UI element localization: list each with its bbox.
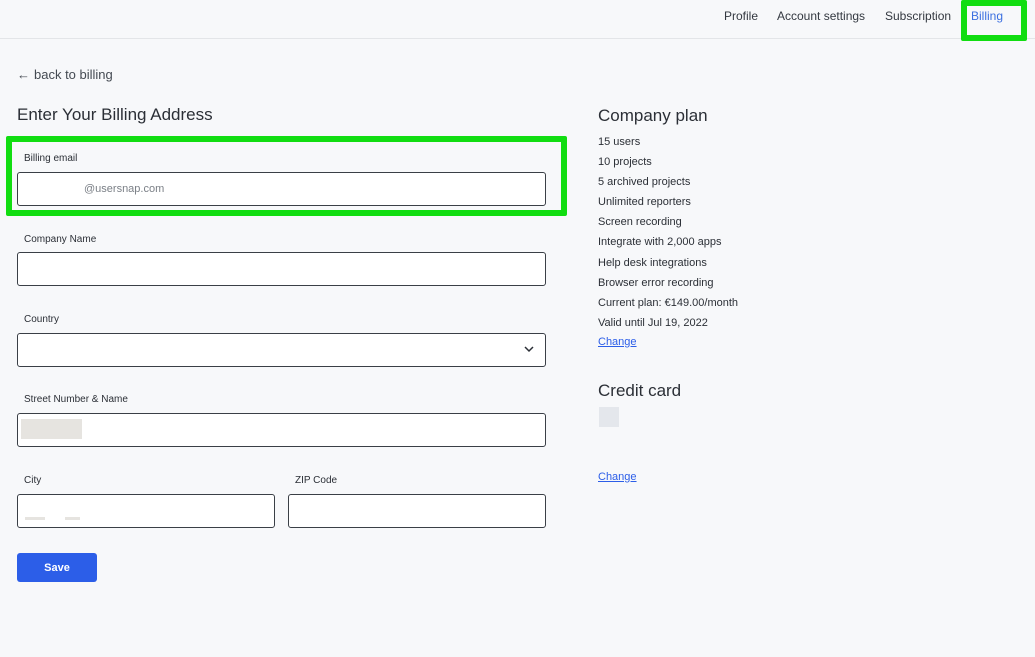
change-credit-card-link[interactable]: Change (598, 471, 637, 483)
credit-card-icon (599, 407, 619, 427)
zip-label: ZIP Code (295, 475, 338, 486)
country-label: Country (24, 314, 60, 325)
arrow-left-icon: ← (17, 67, 30, 82)
city-field[interactable] (17, 494, 275, 528)
street-label: Street Number & Name (24, 394, 128, 405)
change-plan-link[interactable]: Change (598, 336, 637, 348)
plan-feature: Help desk integrations (598, 256, 707, 269)
top-navigation: Profile Account settings Subscription Bi… (0, 0, 1035, 39)
nav-item-profile[interactable]: Profile (724, 9, 758, 23)
plan-feature: Integrate with 2,000 apps (598, 236, 722, 249)
street-field[interactable] (17, 413, 546, 447)
company-name-label: Company Name (24, 234, 97, 245)
redacted-city-value (65, 517, 80, 520)
back-to-billing-link[interactable]: ← back to billing (17, 67, 113, 82)
plan-feature: 15 users (598, 136, 641, 148)
redacted-street-value (21, 419, 82, 439)
redacted-city-value (25, 517, 45, 520)
plan-feature: Valid until Jul 19, 2022 (598, 316, 708, 329)
plan-features-list: 15 users 10 projects 5 archived projects… (598, 136, 738, 337)
form-title: Enter Your Billing Address (17, 105, 213, 124)
nav-item-subscription[interactable]: Subscription (885, 9, 951, 23)
chevron-down-icon (524, 346, 534, 353)
credit-card-title: Credit card (598, 381, 682, 400)
plan-feature: Current plan: €149.00/month (598, 296, 739, 309)
back-link-label: back to billing (34, 67, 113, 82)
company-plan-title: Company plan (598, 106, 708, 125)
plan-feature: Unlimited reporters (598, 196, 691, 209)
nav-item-account-settings[interactable]: Account settings (777, 9, 865, 23)
zip-field[interactable] (288, 494, 546, 528)
plan-feature: 10 projects (598, 156, 652, 169)
billing-email-value: @usersnap.com (84, 183, 165, 195)
save-button[interactable]: Save (17, 553, 97, 582)
plan-feature: 5 archived projects (598, 176, 691, 189)
company-name-field[interactable] (17, 252, 546, 286)
plan-feature: Browser error recording (598, 276, 714, 289)
country-select[interactable] (17, 333, 546, 367)
billing-email-label: Billing email (24, 153, 78, 164)
billing-highlight-box (961, 0, 1027, 41)
billing-email-field[interactable]: @usersnap.com (17, 172, 546, 206)
city-label: City (24, 475, 42, 486)
plan-feature: Screen recording (598, 216, 682, 229)
